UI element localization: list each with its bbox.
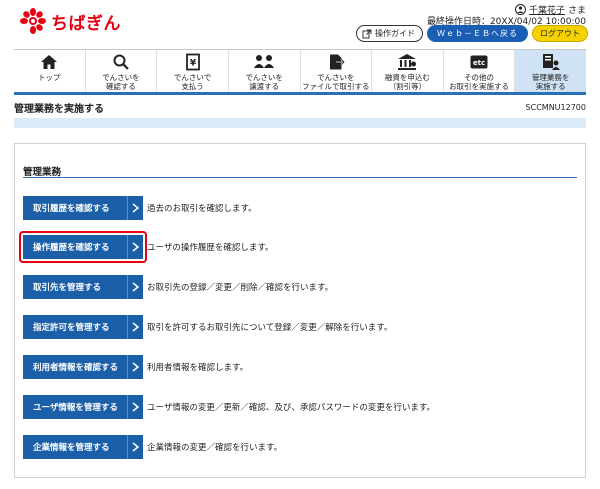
menu-row: 取引履歴を確認する 過去のお取引を確認します。 <box>23 196 257 220</box>
title-divider-strip <box>14 118 586 128</box>
nav-item-admin[interactable]: 管理業務を 実施する <box>515 50 586 92</box>
chevron-right-icon <box>127 355 143 379</box>
row-description: 過去のお取引を確認します。 <box>147 204 257 214</box>
row-description: お取引先の登録／変更／削除／確認を行います。 <box>147 283 334 293</box>
chevron-right-icon <box>127 435 143 459</box>
admin-icon <box>540 53 562 71</box>
nav-label-sub: （割引等） <box>388 82 427 91</box>
chevron-right-icon <box>127 395 143 419</box>
nav-label: でんさいを <box>245 73 283 82</box>
row-description: 利用者情報を確認します。 <box>147 363 249 373</box>
screen-id: SCCMNU12700 <box>525 102 586 112</box>
highlight-frame <box>19 231 147 263</box>
chevron-right-icon <box>127 196 143 220</box>
button-label: 取引先を管理する <box>33 283 102 293</box>
nav-item-other[interactable]: etc その他の お取引を実施する <box>443 50 516 92</box>
chevron-right-icon <box>127 275 143 299</box>
button-label: 利用者情報を確認する <box>33 363 119 373</box>
global-nav: トップ でんさいを 確認する ¥ でんさいで 支払う でんさいを 譲渡する でん… <box>14 49 586 95</box>
home-icon <box>38 53 60 71</box>
page-title: 管理業務を実施する <box>14 103 104 115</box>
button-label: ユーザ情報を管理する <box>33 403 118 413</box>
nav-label: でんさいを <box>317 73 355 82</box>
bank-icon <box>396 53 418 71</box>
brand-mark-icon <box>20 8 46 34</box>
operation-guide-label: 操作ガイド <box>375 29 415 38</box>
section-divider <box>23 177 577 178</box>
nav-item-pay[interactable]: ¥ でんさいで 支払う <box>157 50 229 92</box>
nav-item-confirm[interactable]: でんさいを 確認する <box>85 50 158 92</box>
menu-row: ユーザ情報を管理する ユーザ情報の変更／更新／確認、及び、承認パスワードの変更を… <box>23 395 435 419</box>
back-to-web-eb-label: Ｗｅｂ－ＥＢへ戻る <box>437 29 518 38</box>
logout-label: ログアウト <box>540 29 580 38</box>
menu-row: 取引先を管理する お取引先の登録／変更／削除／確認を行います。 <box>23 275 333 299</box>
title-bar: 管理業務を実施する SCCMNU12700 <box>14 98 586 116</box>
row-description: 企業情報の変更／確認を行います。 <box>147 443 283 453</box>
brand-name: ちばぎん <box>51 13 121 34</box>
section-title: 管理業務 <box>23 167 62 178</box>
external-link-icon <box>362 29 372 38</box>
view-transaction-history-button[interactable]: 取引履歴を確認する <box>23 196 143 220</box>
nav-label-sub: 支払う <box>181 82 204 91</box>
button-label: 指定許可を管理する <box>33 323 110 333</box>
row-description: 取引を許可するお取引先について登録／変更／解除を行います。 <box>147 323 393 333</box>
manage-company-information-button[interactable]: 企業情報を管理する <box>23 435 143 459</box>
nav-item-transfer[interactable]: でんさいを 譲渡する <box>228 50 301 92</box>
nav-item-loan[interactable]: 融資を申込む （割引等） <box>372 50 444 92</box>
manage-user-information-button[interactable]: ユーザ情報を管理する <box>23 395 143 419</box>
nav-label: でんさいを <box>102 73 140 82</box>
header: ちばぎん 千葉花子 さま 最終操作日時：20XX/04/02 10:00:00 … <box>0 0 600 48</box>
svg-text:etc: etc <box>473 59 485 67</box>
button-label: 企業情報を管理する <box>33 443 110 453</box>
etc-icon: etc <box>468 53 490 71</box>
logout-button[interactable]: ログアウト <box>532 25 588 42</box>
button-label: 取引履歴を確認する <box>33 204 110 214</box>
brand-logo[interactable]: ちばぎん <box>20 8 121 34</box>
admin-menu-panel: 管理業務 取引履歴を確認する 過去のお取引を確認します。 操作履歴を確認する ユ… <box>14 143 586 478</box>
nav-label: 管理業務を <box>531 73 570 82</box>
operation-guide-button[interactable]: 操作ガイド <box>356 25 423 42</box>
nav-item-top[interactable]: トップ <box>14 50 86 92</box>
menu-row: 企業情報を管理する 企業情報の変更／確認を行います。 <box>23 435 282 459</box>
view-user-information-button[interactable]: 利用者情報を確認する <box>23 355 143 379</box>
menu-row: 利用者情報を確認する 利用者情報を確認します。 <box>23 355 248 379</box>
menu-row: 指定許可を管理する 取引を許可するお取引先について登録／変更／解除を行います。 <box>23 315 392 339</box>
nav-label: トップ <box>38 73 61 82</box>
nav-label-sub: 確認する <box>105 82 136 91</box>
nav-label-sub: ファイルで取引する <box>302 82 370 91</box>
nav-label: でんさいで <box>173 73 212 82</box>
svg-text:¥: ¥ <box>189 59 196 69</box>
nav-label-sub: 譲渡する <box>249 82 280 91</box>
search-icon <box>110 53 132 71</box>
transfer-icon <box>253 53 275 71</box>
manage-designated-permission-button[interactable]: 指定許可を管理する <box>23 315 143 339</box>
file-icon <box>325 53 347 71</box>
nav-label-sub: お取引を実施する <box>449 82 510 91</box>
back-to-web-eb-button[interactable]: Ｗｅｂ－ＥＢへ戻る <box>427 25 528 42</box>
nav-label: その他の <box>464 73 495 82</box>
chevron-right-icon <box>127 315 143 339</box>
nav-item-file[interactable]: でんさいを ファイルで取引する <box>300 50 373 92</box>
manage-counterparties-button[interactable]: 取引先を管理する <box>23 275 143 299</box>
nav-label: 融資を申込む <box>384 73 430 82</box>
row-description: ユーザ情報の変更／更新／確認、及び、承認パスワードの変更を行います。 <box>147 403 435 413</box>
nav-label-sub: 実施する <box>535 82 566 91</box>
payment-icon: ¥ <box>182 53 204 71</box>
row-description: ユーザの操作履歴を確認します。 <box>147 243 274 253</box>
